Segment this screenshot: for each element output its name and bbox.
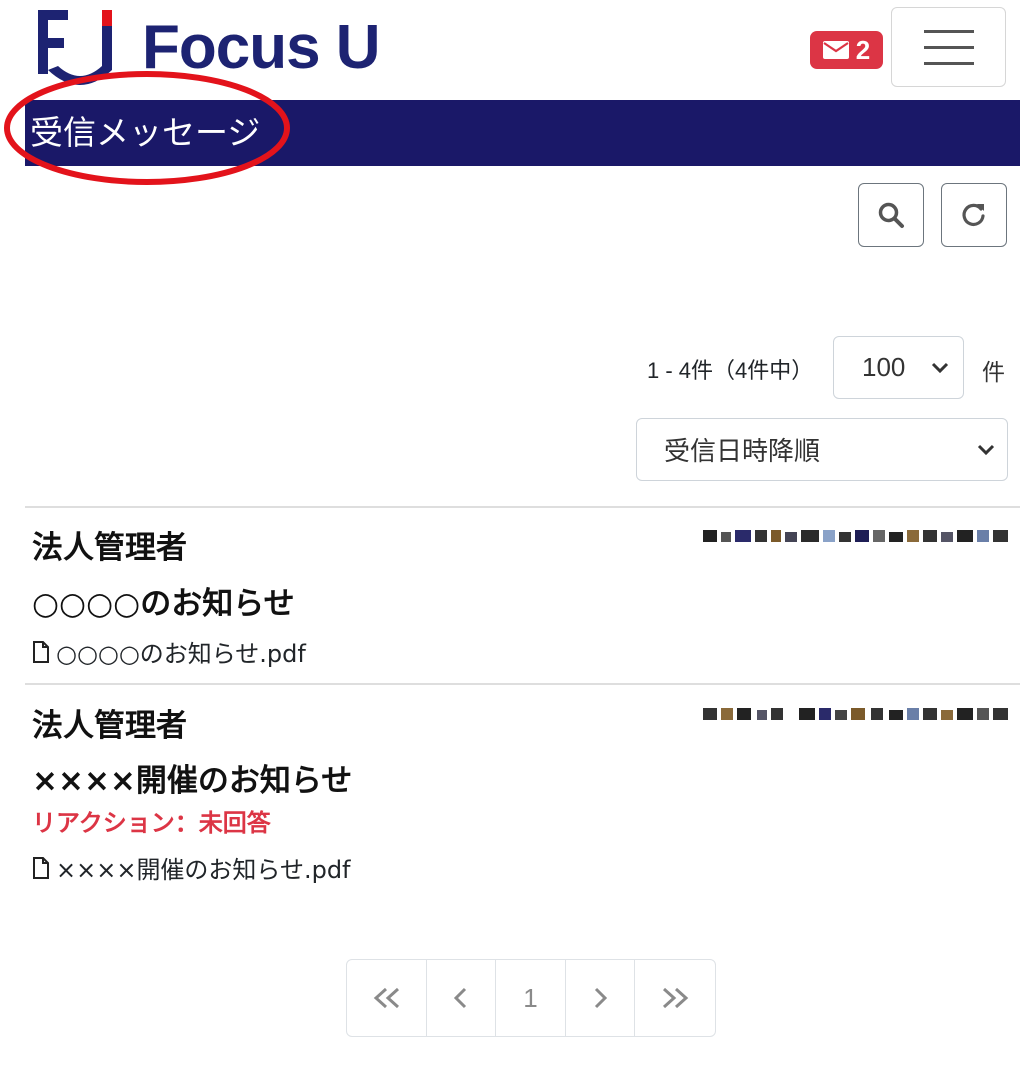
attachment-filename: ○○○○のお知らせ.pdf (56, 640, 306, 668)
message-subject[interactable]: ○○○○のお知らせ (32, 578, 295, 623)
sort-order-value: 受信日時降順 (664, 437, 821, 467)
page-number-button[interactable]: 1 (496, 960, 566, 1036)
refresh-button[interactable] (941, 183, 1007, 247)
message-sender: 法人管理者 (32, 530, 187, 566)
message-date-redacted (703, 708, 1008, 720)
brand-logo[interactable]: Focus U (38, 8, 381, 88)
double-chevron-right-icon (662, 987, 689, 1009)
chevron-right-icon (594, 987, 608, 1009)
reaction-status: リアクション：未回答 (32, 809, 271, 837)
result-count: 1 - 4件（4件中） (647, 358, 814, 383)
next-page-button[interactable] (566, 960, 635, 1036)
pagination: 1 (346, 959, 716, 1037)
page-title: 受信メッセージ (30, 113, 261, 152)
per-page-value: 100 (862, 352, 906, 382)
logo-mark-icon (38, 10, 112, 85)
message-subject[interactable]: ××××開催のお知らせ (32, 755, 352, 800)
refresh-icon (962, 203, 985, 226)
menu-bar-icon (923, 45, 974, 49)
chevron-down-icon (977, 444, 995, 455)
logo-text: Focus U (142, 13, 381, 82)
search-button[interactable] (858, 183, 924, 247)
unread-messages-badge[interactable]: 2 (810, 31, 883, 69)
menu-bar-icon (923, 29, 974, 33)
search-icon (878, 202, 904, 228)
page-title-bar: 受信メッセージ (25, 100, 1020, 166)
chevron-left-icon (453, 987, 467, 1009)
file-icon (33, 856, 49, 879)
chevron-down-icon (931, 362, 949, 373)
attachment-link[interactable]: ××××開催のお知らせ.pdf (32, 850, 351, 885)
message-date-redacted (703, 530, 1008, 542)
last-page-button[interactable] (635, 960, 715, 1036)
per-page-unit-label: 件 (982, 360, 1005, 386)
message-sender: 法人管理者 (32, 708, 187, 744)
double-chevron-left-icon (373, 987, 399, 1009)
prev-page-button[interactable] (427, 960, 496, 1036)
per-page-select[interactable]: 100 (833, 336, 964, 399)
attachment-filename: ××××開催のお知らせ.pdf (56, 856, 351, 884)
list-divider (25, 506, 1020, 508)
menu-bar-icon (923, 61, 974, 65)
attachment-link[interactable]: ○○○○のお知らせ.pdf (32, 634, 306, 669)
unread-count: 2 (855, 34, 871, 65)
file-icon (33, 640, 49, 663)
list-divider (25, 683, 1020, 685)
envelope-icon (822, 41, 849, 59)
hamburger-menu-button[interactable] (891, 7, 1006, 87)
sort-order-select[interactable]: 受信日時降順 (636, 418, 1008, 481)
first-page-button[interactable] (347, 960, 427, 1036)
